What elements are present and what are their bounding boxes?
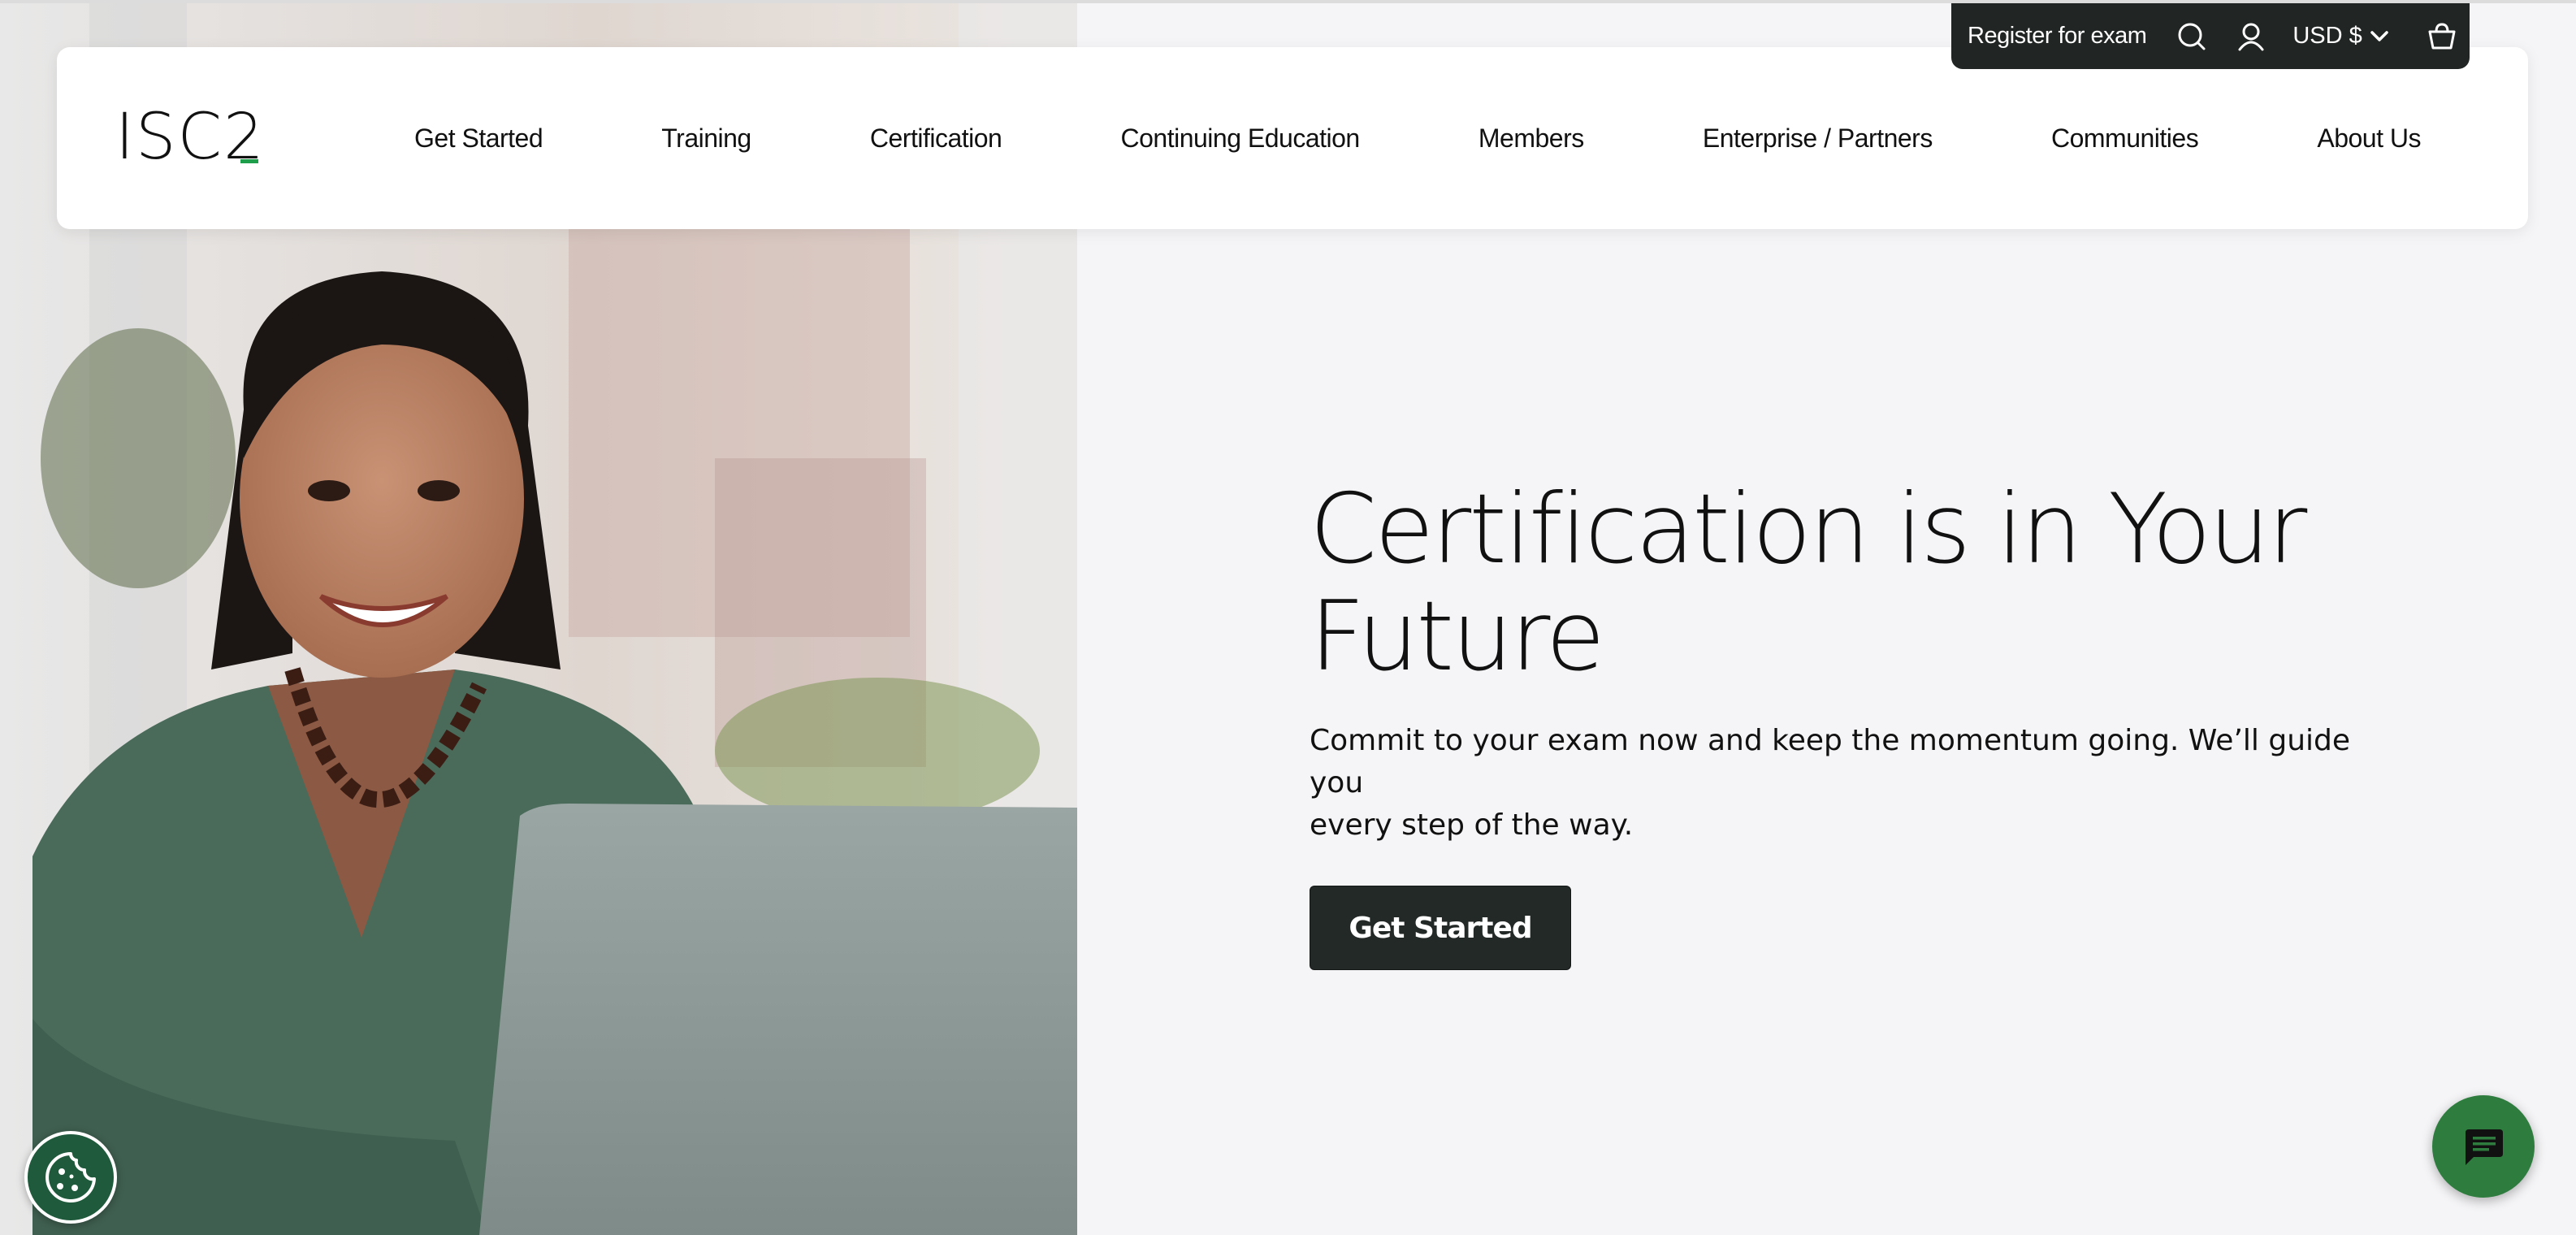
user-icon[interactable]: [2237, 20, 2265, 53]
get-started-button[interactable]: Get Started: [1310, 886, 1571, 970]
page: ISC2 Get Started Training Certification …: [0, 0, 2576, 1235]
cart-icon[interactable]: [2427, 20, 2457, 53]
nav-item-certification[interactable]: Certification: [870, 115, 1002, 162]
main-nav: Get Started Training Certification Conti…: [414, 47, 2494, 229]
nav-item-get-started[interactable]: Get Started: [414, 115, 543, 162]
search-icon[interactable]: [2177, 20, 2206, 53]
hero-title-line-2: Future: [1310, 581, 1605, 693]
nav-item-about-us[interactable]: About Us: [2317, 115, 2421, 162]
hero-title: Certification is in Your Future: [1310, 476, 2366, 691]
hero-subtitle-line-1: Commit to your exam now and keep the mom…: [1310, 724, 2351, 800]
currency-selector[interactable]: USD $: [2292, 23, 2388, 50]
nav-item-members[interactable]: Members: [1478, 115, 1584, 162]
utility-bar: Register for exam USD $: [1951, 3, 2470, 69]
register-for-exam-link[interactable]: Register for exam: [1968, 23, 2147, 50]
logo-accent: [240, 159, 258, 163]
nav-item-training[interactable]: Training: [661, 115, 751, 162]
nav-item-continuing-education[interactable]: Continuing Education: [1120, 115, 1360, 162]
currency-label: USD $: [2292, 23, 2362, 49]
chat-icon: [2466, 1129, 2503, 1165]
hero-title-line-1: Certification is in Your: [1310, 474, 2307, 586]
hero-subtitle-line-2: every step of the way.: [1310, 808, 1634, 842]
chevron-down-icon: [2370, 30, 2388, 41]
main-header: ISC2 Get Started Training Certification …: [57, 47, 2528, 229]
cookie-settings-button[interactable]: [24, 1131, 117, 1224]
hero-subtitle: Commit to your exam now and keep the mom…: [1310, 720, 2366, 847]
nav-item-enterprise-partners[interactable]: Enterprise / Partners: [1703, 115, 1933, 162]
chat-button[interactable]: [2432, 1095, 2535, 1198]
nav-item-communities[interactable]: Communities: [2051, 115, 2199, 162]
cookie-icon: [45, 1152, 96, 1202]
